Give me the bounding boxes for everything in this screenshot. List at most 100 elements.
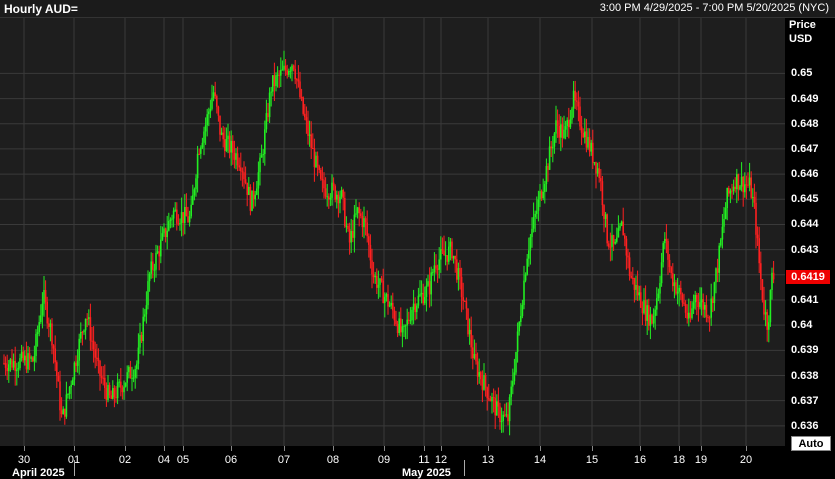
- candle-body: [307, 120, 309, 136]
- candle-body: [580, 126, 583, 133]
- candle-body: [600, 178, 602, 182]
- candle-body: [38, 322, 40, 333]
- candle-body: [273, 75, 276, 87]
- candle-body: [89, 317, 92, 341]
- candle-body: [744, 184, 746, 193]
- candle-body: [291, 65, 293, 71]
- candle-body: [252, 190, 255, 200]
- candle-body: [356, 207, 359, 214]
- day-tick-label: 06: [224, 454, 238, 466]
- candle-body: [313, 148, 316, 168]
- candle-body: [491, 397, 493, 402]
- day-tick-mark: [125, 446, 126, 451]
- candle-body: [561, 124, 564, 138]
- candle-body: [739, 186, 741, 190]
- candle-body: [499, 406, 501, 423]
- price-tick-label: 0.644: [791, 218, 819, 231]
- candle-body: [668, 259, 671, 268]
- candle-body: [324, 188, 327, 197]
- candle-body: [94, 349, 96, 358]
- candle-body: [115, 397, 117, 399]
- candle-body: [156, 251, 159, 253]
- day-tick-label: 14: [533, 454, 547, 466]
- candle-body: [233, 152, 236, 160]
- candle-body: [766, 312, 768, 330]
- candle-body: [672, 273, 674, 287]
- candle-body: [196, 153, 199, 179]
- candle-body: [171, 218, 173, 220]
- candle-body: [625, 238, 628, 256]
- candle-body: [54, 348, 56, 363]
- auto-scale-button[interactable]: Auto: [791, 436, 831, 451]
- candle-body: [478, 372, 480, 377]
- candle-body: [51, 323, 53, 346]
- candle-body: [100, 376, 103, 378]
- candle-body: [540, 191, 543, 199]
- candle-body: [188, 216, 191, 223]
- candle-body: [707, 317, 709, 319]
- candle-body: [449, 241, 452, 247]
- candle-body: [318, 166, 320, 170]
- candle-body: [390, 302, 392, 306]
- candle-body: [700, 299, 703, 303]
- candle-body: [160, 239, 162, 257]
- candle-body: [230, 140, 232, 153]
- candle-body: [152, 261, 154, 270]
- candle-body: [46, 301, 48, 324]
- candle-body: [297, 79, 300, 82]
- candles: [3, 50, 775, 436]
- candle-body: [620, 221, 623, 226]
- candle-body: [305, 117, 308, 121]
- plot-area[interactable]: [0, 18, 785, 446]
- candle-body: [241, 171, 244, 173]
- candle-body: [585, 131, 588, 148]
- candle-body: [451, 241, 453, 259]
- price-tick-label: 0.638: [791, 369, 819, 382]
- candle-body: [257, 172, 260, 189]
- price-tick-label: 0.647: [791, 142, 819, 155]
- candle-body: [409, 320, 412, 322]
- candle-body: [708, 317, 711, 319]
- candle-body: [713, 282, 716, 303]
- candle-body: [764, 312, 767, 315]
- chart-date-range: 3:00 PM 4/29/2025 - 7:00 PM 5/20/2025 (N…: [599, 2, 829, 14]
- candle-body: [547, 166, 549, 170]
- day-tick-label: 11: [418, 454, 430, 466]
- candle-body: [203, 131, 205, 143]
- candle-body: [633, 278, 636, 290]
- candle-body: [211, 97, 213, 109]
- candle-body: [400, 318, 402, 333]
- day-tick-mark: [231, 446, 232, 451]
- candle-body: [542, 191, 544, 199]
- candle-body: [417, 295, 420, 306]
- candle-body: [683, 302, 685, 304]
- candle-body: [323, 180, 325, 189]
- candle-body: [64, 408, 66, 417]
- candle-body: [281, 69, 284, 71]
- candle-body: [745, 184, 748, 186]
- day-tick-label: 20: [739, 454, 753, 466]
- candle-body: [571, 108, 573, 120]
- candle-body: [225, 139, 228, 151]
- day-tick-mark: [746, 446, 747, 451]
- candle-body: [166, 230, 168, 238]
- candle-body: [536, 210, 538, 214]
- candle-body: [513, 372, 516, 382]
- candle-body: [441, 249, 444, 251]
- candle-body: [369, 244, 372, 261]
- candle-body: [553, 133, 556, 147]
- candle-body: [169, 219, 172, 221]
- candle-body: [689, 312, 692, 318]
- month-label-april: April 2025: [12, 467, 65, 479]
- candle-body: [486, 387, 488, 399]
- candle-body: [336, 194, 338, 200]
- candle-body: [36, 332, 39, 334]
- candle-body: [30, 357, 32, 359]
- price-tick-label: 0.645: [791, 193, 819, 206]
- candle-body: [104, 377, 106, 388]
- candle-body: [644, 300, 647, 321]
- candle-body: [611, 235, 613, 247]
- candle-body: [310, 134, 312, 148]
- candle-body: [459, 268, 461, 277]
- candle-body: [481, 379, 484, 390]
